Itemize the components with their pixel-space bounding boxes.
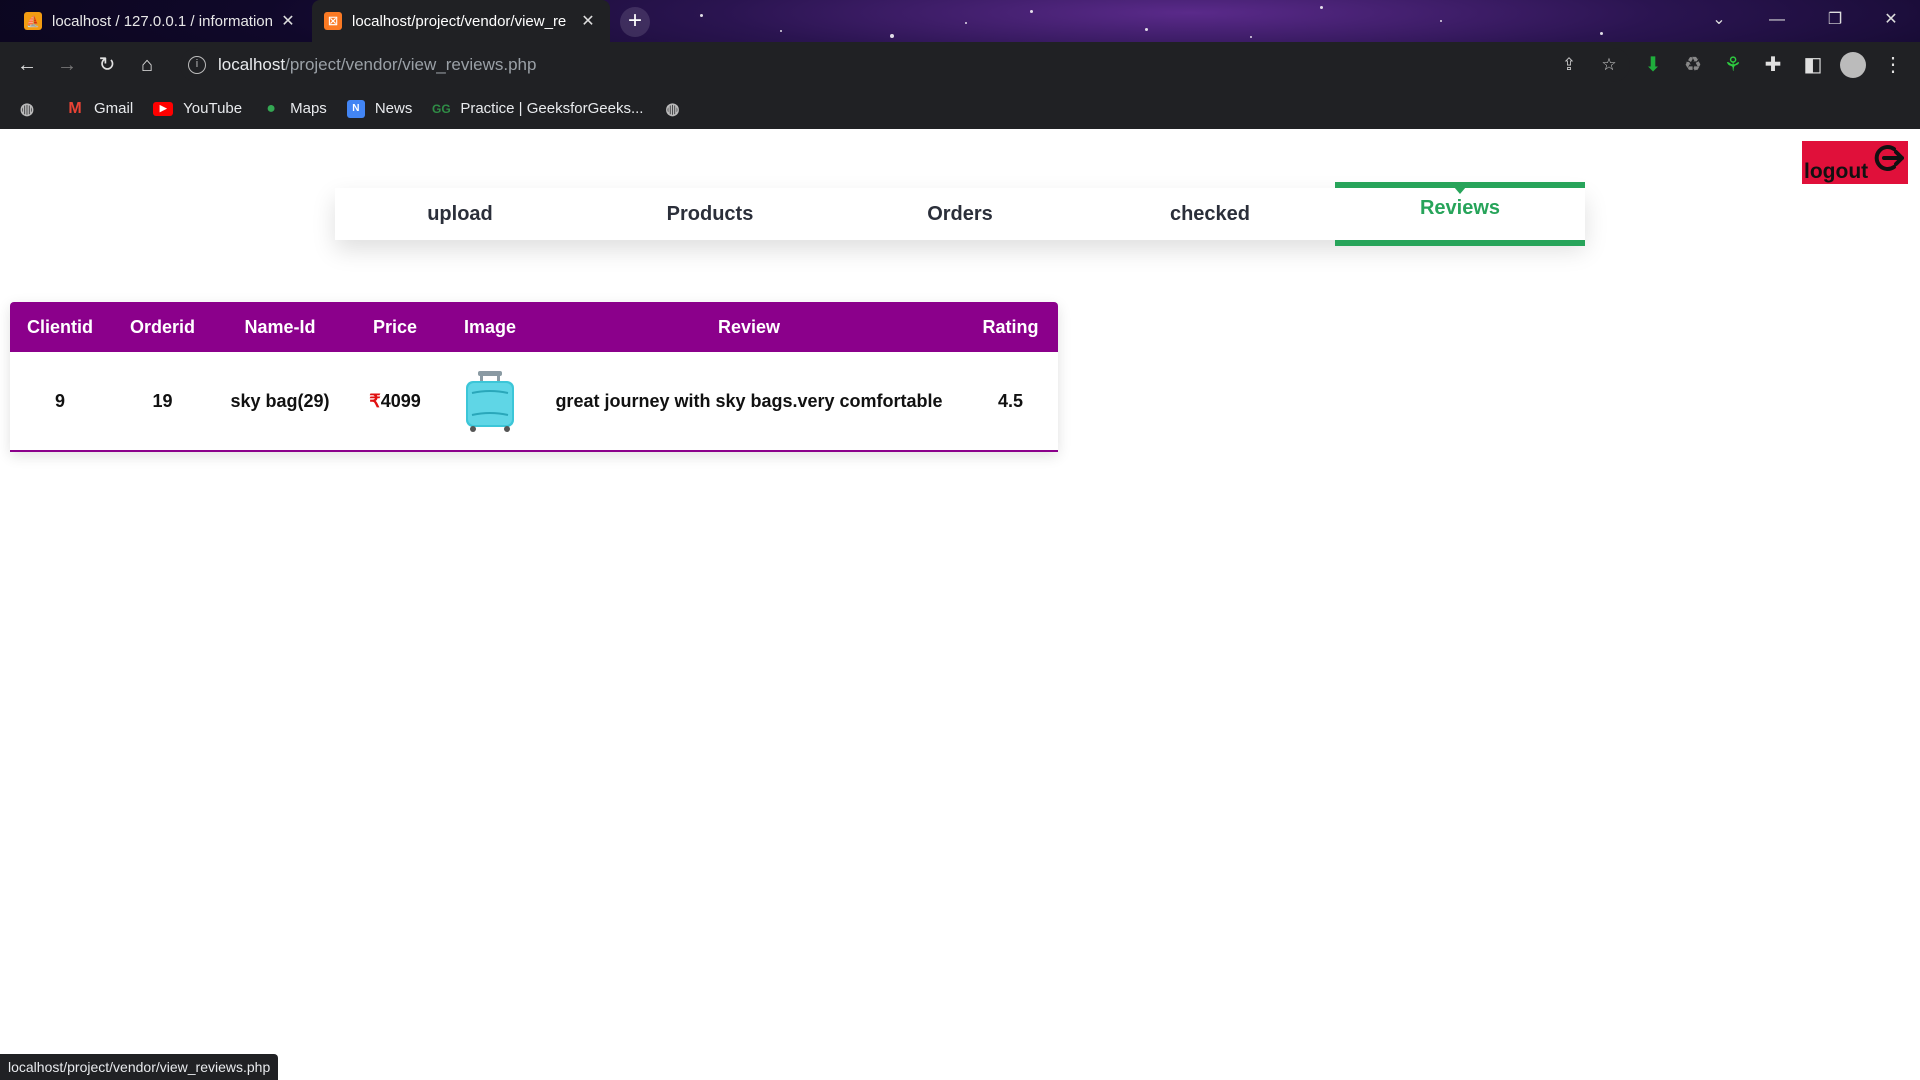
browser-tab-view-reviews[interactable]: ☒ localhost/project/vendor/view_re ✕	[312, 0, 610, 42]
phpmyadmin-icon: ⛵	[24, 12, 42, 30]
header-clientid: Clientid	[27, 316, 93, 337]
header-rating: Rating	[982, 316, 1039, 337]
bookmark-label: YouTube	[183, 100, 243, 117]
nav-tab-reviews[interactable]: Reviews	[1335, 182, 1585, 246]
nav-tab-upload[interactable]: upload	[335, 188, 585, 240]
reviews-table-container: Clientid Orderid Name-Id Price Image Rev…	[10, 302, 1058, 452]
new-tab-button[interactable]: +	[620, 7, 650, 37]
menu-icon[interactable]: ⋮	[1878, 50, 1908, 80]
bookmark-label: Maps	[290, 100, 327, 117]
nav-label: upload	[427, 203, 493, 225]
minimize-icon[interactable]: —	[1748, 0, 1806, 40]
tab-search-icon[interactable]: ⌄	[1690, 0, 1748, 40]
status-bar-url: localhost/project/vendor/view_reviews.ph…	[0, 1054, 279, 1080]
download-icon[interactable]: ⬇	[1638, 50, 1668, 80]
bookmark-label: News	[374, 100, 413, 117]
cell-clientid: 9	[54, 390, 65, 411]
restore-icon[interactable]: ❐	[1806, 0, 1864, 40]
bookmarks-bar: ◍ M Gmail ▶ YouTube ● Maps N News GG Pra…	[0, 88, 1920, 129]
tab-title: localhost/project/vendor/view_re	[352, 12, 567, 30]
cell-price: ₹4099	[345, 352, 445, 451]
bookmark-globe-2[interactable]: ◍	[663, 100, 691, 118]
table-row: 9 19 sky bag(29) ₹4099 great journey wit…	[10, 352, 1058, 451]
extension-icon[interactable]: ⚘	[1718, 50, 1748, 80]
vendor-nav: upload Products Orders checked Reviews	[335, 182, 1585, 246]
cell-image	[445, 352, 535, 451]
globe-icon: ◍	[20, 100, 34, 118]
nav-tab-products[interactable]: Products	[585, 188, 835, 240]
nav-label: Products	[666, 203, 754, 225]
gmail-icon: M	[68, 99, 82, 117]
home-icon[interactable]: ⌂	[132, 50, 162, 80]
browser-chrome: ⛵ localhost / 127.0.0.1 / information ✕ …	[0, 0, 1920, 129]
bookmark-youtube[interactable]: ▶ YouTube	[153, 100, 242, 117]
header-review: Review	[717, 316, 781, 337]
page-content: logout upload Products Orders checked Re…	[0, 129, 1920, 1080]
bookmark-geeksforgeeks[interactable]: GG Practice | GeeksforGeeks...	[432, 100, 643, 118]
extension-recycle-icon[interactable]: ♻	[1678, 50, 1708, 80]
bookmark-label: Practice | GeeksforGeeks...	[460, 100, 644, 117]
cell-orderid: 19	[152, 390, 173, 411]
blue-suitcase-icon	[466, 371, 514, 432]
close-window-icon[interactable]: ✕	[1862, 0, 1920, 40]
header-image: Image	[463, 316, 517, 337]
header-name-id: Name-Id	[244, 316, 316, 337]
rupee-symbol: ₹	[369, 390, 381, 411]
logout-label: logout	[1804, 160, 1869, 183]
youtube-icon: ▶	[153, 101, 174, 116]
nav-label: Reviews	[1419, 197, 1501, 219]
header-price: Price	[372, 316, 418, 337]
table-header-row: Clientid Orderid Name-Id Price Image Rev…	[10, 302, 1058, 352]
globe-icon: ◍	[665, 100, 680, 118]
price-value: 4099	[380, 390, 421, 411]
logout-button[interactable]: logout	[1802, 141, 1908, 184]
close-tab-icon[interactable]: ✕	[578, 11, 598, 31]
bookmark-label: Gmail	[94, 100, 134, 117]
bookmark-globe[interactable]: ◍	[18, 100, 46, 118]
nav-tab-checked[interactable]: checked	[1085, 188, 1335, 240]
active-caret-icon	[1454, 187, 1466, 194]
nav-label: checked	[1169, 203, 1251, 225]
news-icon: N	[346, 99, 365, 118]
geeksforgeeks-icon: GG	[432, 101, 451, 116]
reviews-table: Clientid Orderid Name-Id Price Image Rev…	[10, 302, 1058, 452]
bookmark-maps[interactable]: ● Maps	[262, 100, 327, 118]
site-info-icon[interactable]: i	[188, 56, 206, 74]
header-orderid: Orderid	[129, 316, 195, 337]
cell-name-id: sky bag(29)	[230, 390, 330, 411]
reload-icon[interactable]: ↻	[92, 50, 122, 80]
bookmark-news[interactable]: N News	[346, 99, 413, 118]
browser-toolbar: ← → ↻ ⌂ i localhost/project/vendor/view_…	[0, 42, 1920, 88]
back-icon[interactable]: ←	[12, 50, 42, 80]
tab-title: localhost / 127.0.0.1 / information	[52, 12, 273, 30]
logout-icon	[1874, 145, 1904, 171]
xampp-icon: ☒	[324, 12, 342, 30]
browser-tab-phpmyadmin[interactable]: ⛵ localhost / 127.0.0.1 / information ✕	[12, 0, 310, 42]
side-panel-icon[interactable]: ◧	[1798, 50, 1828, 80]
forward-icon[interactable]: →	[52, 50, 82, 80]
tab-strip: ⛵ localhost / 127.0.0.1 / information ✕ …	[0, 0, 1920, 42]
share-icon[interactable]: ⇪	[1556, 52, 1582, 78]
nav-tab-orders[interactable]: Orders	[835, 188, 1085, 240]
bookmark-gmail[interactable]: M Gmail	[66, 100, 133, 118]
extensions-puzzle-icon[interactable]: ✚	[1758, 50, 1788, 80]
url-text: localhost/project/vendor/view_reviews.ph…	[218, 55, 537, 74]
maps-pin-icon: ●	[266, 99, 276, 117]
address-bar[interactable]: i localhost/project/vendor/view_reviews.…	[180, 48, 1630, 82]
bookmark-star-icon[interactable]: ☆	[1596, 52, 1622, 78]
cell-rating: 4.5	[997, 390, 1024, 411]
close-tab-icon[interactable]: ✕	[278, 11, 298, 31]
profile-avatar[interactable]	[1838, 50, 1868, 80]
cell-review: great journey with sky bags.very comfort…	[555, 390, 943, 411]
nav-label: Orders	[927, 203, 993, 225]
